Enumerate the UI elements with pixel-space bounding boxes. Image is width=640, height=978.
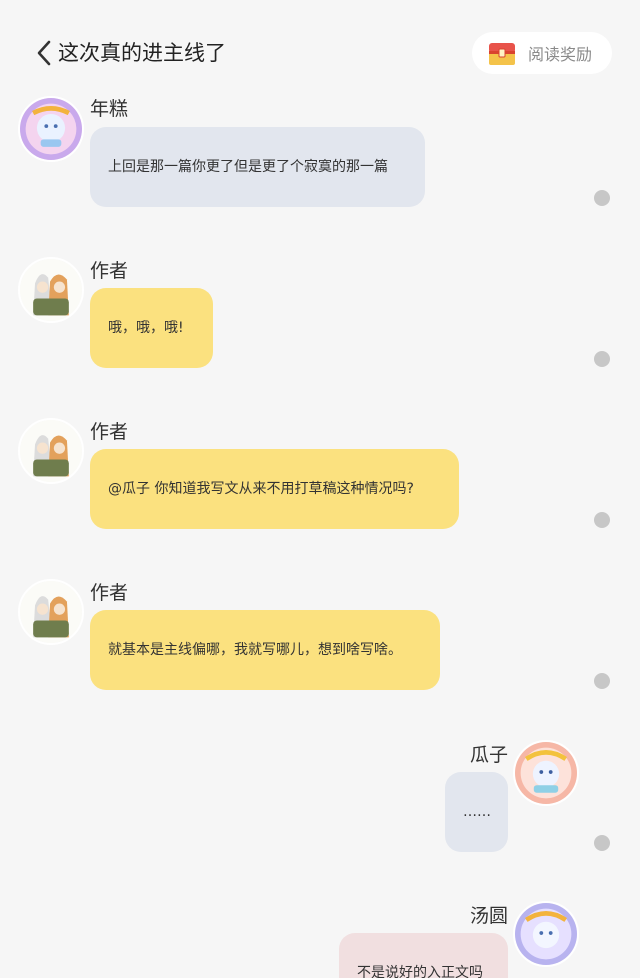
sender-name: 年糕 — [90, 98, 129, 120]
sender-name: 作者 — [90, 582, 129, 604]
chevron-left-icon — [37, 40, 51, 66]
avatar[interactable] — [18, 579, 84, 645]
back-button[interactable] — [34, 38, 54, 68]
message-status-dot[interactable] — [594, 512, 610, 528]
reading-reward-button[interactable]: 阅读奖励 — [472, 32, 612, 74]
message-bubble[interactable]: 就基本是主线偏哪，我就写哪儿，想到啥写啥。 — [90, 610, 440, 690]
sender-name: 作者 — [90, 260, 129, 282]
message-status-dot[interactable] — [594, 351, 610, 367]
message-bubble[interactable]: @瓜子 你知道我写文从来不用打草稿这种情况吗? — [90, 449, 459, 529]
message-bubble[interactable]: 不是说好的入正文吗 — [339, 933, 508, 978]
avatar-image — [20, 420, 82, 482]
message-bubble[interactable]: 哦，哦，哦! — [90, 288, 213, 368]
avatar[interactable] — [18, 257, 84, 323]
message-status-dot[interactable] — [594, 190, 610, 206]
avatar-image — [515, 903, 577, 965]
message-bubble[interactable]: …… — [445, 772, 508, 852]
avatar[interactable] — [18, 96, 84, 162]
message-status-dot[interactable] — [594, 835, 610, 851]
avatar[interactable] — [513, 901, 579, 967]
sender-name: 作者 — [90, 421, 129, 443]
page-title: 这次真的进主线了 — [58, 41, 226, 65]
header: 这次真的进主线了 阅读奖励 — [0, 0, 640, 100]
treasure-chest-icon — [489, 43, 515, 65]
avatar[interactable] — [18, 418, 84, 484]
avatar-image — [515, 742, 577, 804]
sender-name: 瓜子 — [469, 744, 508, 766]
message-status-dot[interactable] — [594, 673, 610, 689]
reading-reward-label: 阅读奖励 — [528, 45, 593, 64]
avatar-image — [20, 581, 82, 643]
avatar[interactable] — [513, 740, 579, 806]
sender-name: 汤圆 — [469, 905, 508, 927]
message-bubble[interactable]: 上回是那一篇你更了但是更了个寂寞的那一篇 — [90, 127, 425, 207]
avatar-image — [20, 259, 82, 321]
avatar-image — [20, 98, 82, 160]
